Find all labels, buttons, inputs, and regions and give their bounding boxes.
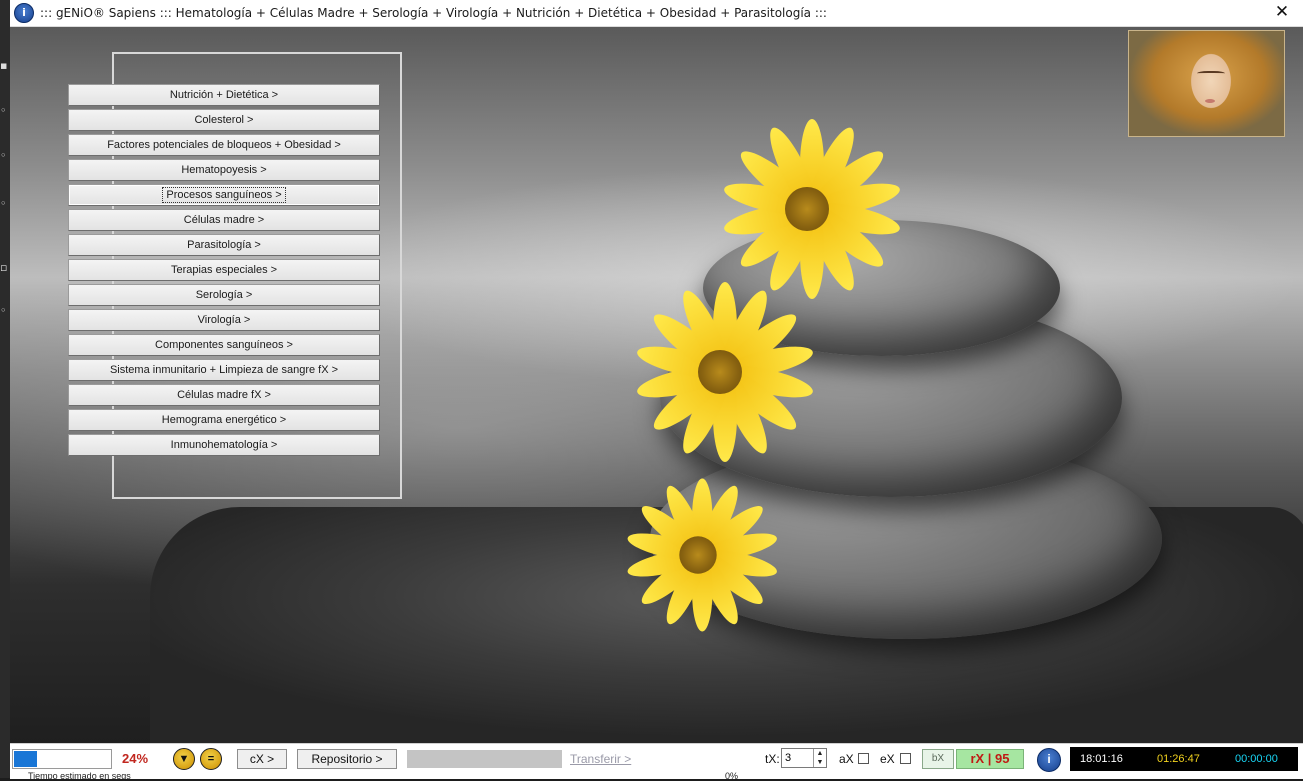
ex-label: eX — [880, 752, 895, 766]
app-logo-icon: i — [14, 3, 34, 23]
menu-button-label: Células madre > — [183, 214, 265, 226]
flower-image — [613, 470, 783, 640]
estimate-label: Tiempo estimado en segs — [28, 771, 131, 781]
clock-panel: 18:01:16 01:26:47 00:00:00 — [1070, 747, 1298, 771]
progress-fill — [14, 751, 38, 767]
menu-button[interactable]: Hemograma energético > — [68, 409, 380, 431]
flower-center — [679, 536, 717, 574]
menu-button[interactable]: Serología > — [68, 284, 380, 306]
desktop-icon: ◦ — [0, 104, 7, 117]
menu-button[interactable]: Factores potenciales de bloqueos + Obesi… — [68, 134, 380, 156]
menu-button-label: Colesterol > — [194, 114, 254, 126]
countdown-time: 00:00:00 — [1235, 753, 1278, 765]
spinner-arrows-icon[interactable]: ▲ ▼ — [813, 749, 826, 767]
menu-button[interactable]: Virología > — [68, 309, 380, 331]
elapsed-time: 01:26:47 — [1157, 753, 1200, 765]
tx-label: tX: — [765, 752, 780, 766]
down-arrow-button[interactable]: ▼ — [173, 748, 195, 770]
bx-button[interactable]: bX — [922, 749, 954, 769]
ax-label: aX — [839, 752, 854, 766]
menu-button-label: Factores potenciales de bloqueos + Obesi… — [107, 139, 341, 151]
menu-button[interactable]: Inmunohematología > — [68, 434, 380, 456]
menu-button-label: Inmunohematología > — [170, 439, 278, 451]
menu-button-label: Virología > — [197, 314, 251, 326]
transfer-progress-bar — [407, 750, 562, 768]
menu-button-label: Serología > — [195, 289, 253, 301]
desktop-icon: ▪ — [0, 59, 8, 72]
tx-spinner[interactable]: 3 ▲ ▼ — [781, 748, 827, 768]
flower-center — [698, 350, 742, 394]
menu-button[interactable]: Colesterol > — [68, 109, 380, 131]
title-bar: i ::: gENiO® Sapiens ::: Hematología + C… — [10, 0, 1303, 27]
menu-button-label: Terapias especiales > — [170, 264, 278, 276]
flower-image — [620, 272, 820, 472]
window-title: ::: gENiO® Sapiens ::: Hematología + Cél… — [40, 6, 827, 20]
menu-button[interactable]: Procesos sanguíneos > — [68, 184, 380, 206]
menu-button-label: Procesos sanguíneos > — [162, 187, 286, 203]
menu-button-label: Parasitología > — [187, 239, 261, 251]
tx-value: 3 — [785, 752, 792, 764]
rx-badge: rX | 95 — [956, 749, 1024, 769]
menu-button[interactable]: Células madre > — [68, 209, 380, 231]
main-canvas: Nutrición + Dietética > Colesterol > Facto… — [10, 27, 1303, 743]
desktop-icon: ◦ — [0, 197, 7, 210]
menu-button-label: Células madre fX > — [177, 389, 271, 401]
secondary-percent: 0% — [725, 771, 739, 781]
clock-time: 18:01:16 — [1080, 753, 1123, 765]
info-logo-icon[interactable]: i — [1037, 748, 1061, 772]
menu-button-label: Hemograma energético > — [161, 414, 287, 426]
flower-center — [785, 187, 829, 231]
menu-button-label: Hematopoyesis > — [181, 164, 267, 176]
ax-checkbox[interactable] — [858, 753, 869, 764]
menu-button[interactable]: Parasitología > — [68, 234, 380, 256]
desktop-edge: ▪ ◦ ◦ ◦ ▫ ◦ — [0, 0, 10, 778]
menu-button-label: Sistema inmunitario + Limpieza de sangre… — [109, 364, 339, 376]
menu-button[interactable]: Terapias especiales > — [68, 259, 380, 281]
portrait-image — [1128, 30, 1285, 137]
close-button[interactable]: ✕ — [1273, 3, 1291, 21]
desktop-icon: ▫ — [0, 261, 8, 274]
ex-checkbox[interactable] — [900, 753, 911, 764]
status-bar: 24% ▼ = cX > Repositorio > Transferir > … — [10, 743, 1303, 781]
menu-button-label: Nutrición + Dietética > — [169, 89, 279, 101]
menu-button[interactable]: Componentes sanguíneos > — [68, 334, 380, 356]
menu-button[interactable]: Células madre fX > — [68, 384, 380, 406]
transferir-link[interactable]: Transferir > — [570, 748, 631, 770]
menu-button[interactable]: Nutrición + Dietética > — [68, 84, 380, 106]
menu-button[interactable]: Sistema inmunitario + Limpieza de sangre… — [68, 359, 380, 381]
menu-button[interactable]: Hematopoyesis > — [68, 159, 380, 181]
desktop-icon: ◦ — [0, 304, 7, 317]
progress-bar — [12, 749, 112, 769]
desktop-icon: ◦ — [0, 149, 7, 162]
repositorio-button[interactable]: Repositorio > — [297, 749, 397, 769]
progress-percent: 24% — [122, 751, 149, 766]
cx-button[interactable]: cX > — [237, 749, 287, 769]
menu-button-label: Componentes sanguíneos > — [155, 339, 293, 351]
equals-button[interactable]: = — [200, 748, 222, 770]
